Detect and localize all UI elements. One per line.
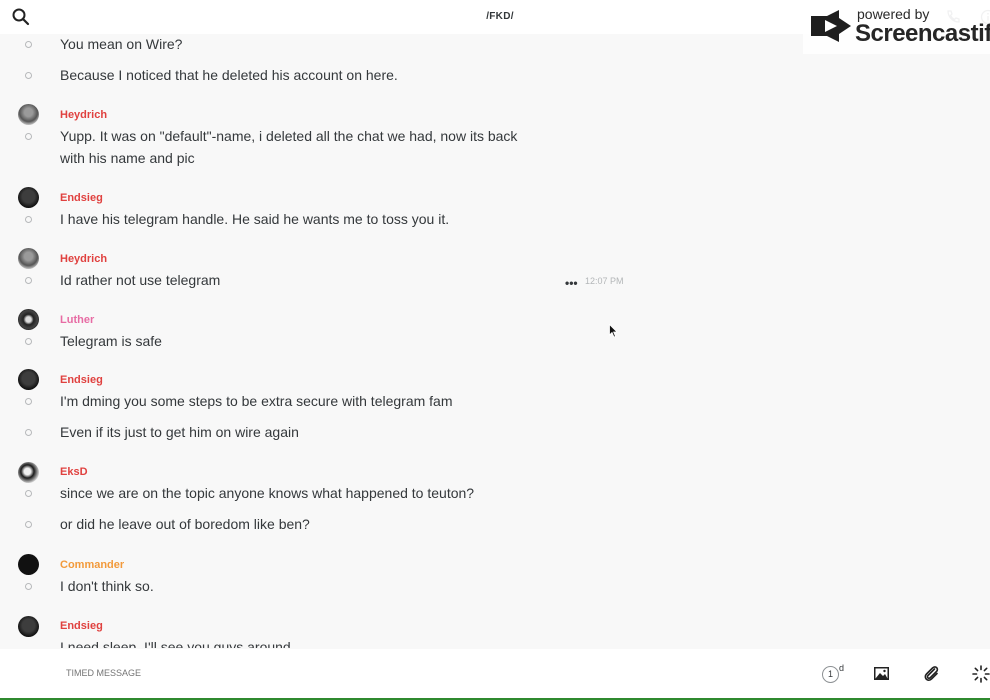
input-bar: 1 d	[0, 649, 990, 698]
message-text: Telegram is safe	[60, 333, 162, 349]
sender-name[interactable]: Heydrich	[60, 253, 107, 265]
status-icon	[25, 216, 32, 223]
sender-name[interactable]: EksD	[60, 466, 88, 478]
avatar[interactable]	[18, 248, 39, 269]
timer-unit: d	[839, 663, 845, 673]
status-icon	[25, 338, 32, 345]
status-icon	[25, 583, 32, 590]
status-icon	[25, 277, 32, 284]
avatar[interactable]	[18, 187, 39, 208]
avatar[interactable]	[18, 554, 39, 575]
avatar[interactable]	[18, 369, 39, 390]
status-icon	[25, 490, 32, 497]
message-timestamp: 12:07 PM	[585, 276, 624, 286]
message-text: I'm dming you some steps to be extra sec…	[60, 393, 453, 409]
message-text: Even if its just to get him on wire agai…	[60, 424, 299, 440]
message-text: You mean on Wire?	[60, 36, 183, 52]
status-icon	[25, 429, 32, 436]
message-text: I don't think so.	[60, 578, 154, 594]
message-list: You mean on Wire? Because I noticed that…	[0, 34, 990, 648]
message-options-button[interactable]: •••	[565, 276, 578, 290]
message-text: I need sleep. I'll see you guys around	[60, 639, 291, 648]
paperclip-icon[interactable]	[923, 665, 940, 682]
message-text: I have his telegram handle. He said he w…	[60, 211, 450, 227]
message-text: Because I noticed that he deleted his ac…	[60, 67, 398, 83]
sender-name[interactable]: Endsieg	[60, 192, 103, 204]
status-icon	[25, 41, 32, 48]
mouse-cursor-icon	[609, 323, 618, 338]
message-text: Yupp. It was on "default"-name, i delete…	[60, 128, 518, 166]
message-text: or did he leave out of boredom like ben?	[60, 516, 310, 532]
ping-icon[interactable]	[972, 665, 990, 683]
timer-button[interactable]: 1 d	[822, 663, 844, 685]
sender-name[interactable]: Luther	[60, 314, 94, 326]
status-icon	[25, 521, 32, 528]
message-text: Id rather not use telegram	[60, 272, 221, 288]
image-icon[interactable]	[873, 665, 890, 682]
avatar[interactable]	[18, 104, 39, 125]
timer-value: 1	[822, 666, 839, 683]
avatar[interactable]	[18, 462, 39, 483]
avatar[interactable]	[18, 309, 39, 330]
status-icon	[25, 398, 32, 405]
sender-name[interactable]: Commander	[60, 559, 124, 571]
avatar[interactable]	[18, 616, 39, 637]
sender-name[interactable]: Endsieg	[60, 374, 103, 386]
message-input[interactable]	[66, 668, 366, 678]
message-text: since we are on the topic anyone knows w…	[60, 485, 475, 501]
status-icon	[25, 72, 32, 79]
sender-name[interactable]: Endsieg	[60, 620, 103, 632]
sender-name[interactable]: Heydrich	[60, 109, 107, 121]
status-icon	[25, 133, 32, 140]
